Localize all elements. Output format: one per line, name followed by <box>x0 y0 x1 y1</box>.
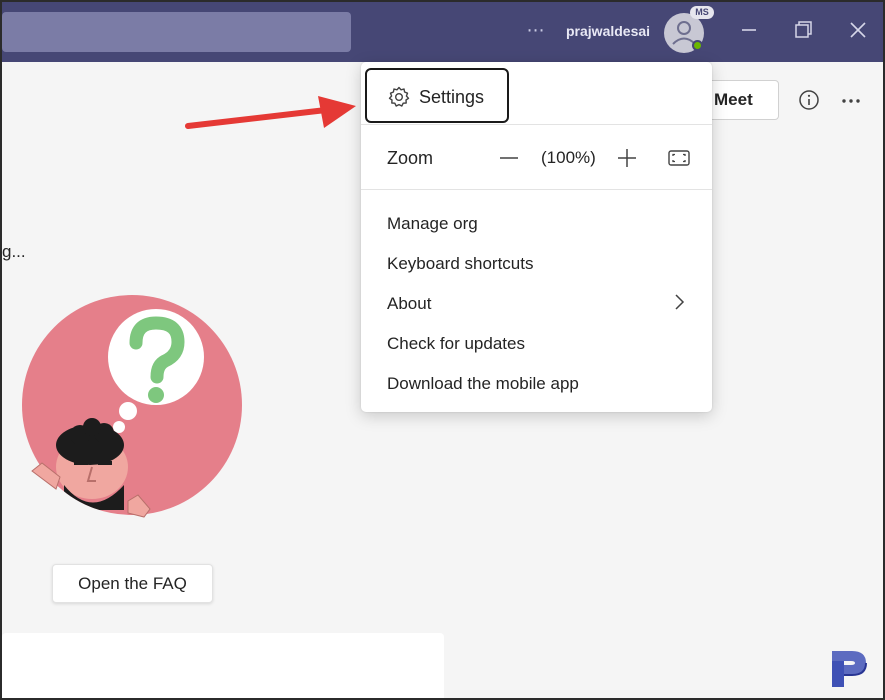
zoom-in-icon[interactable] <box>615 146 639 170</box>
minimize-button[interactable] <box>736 17 762 43</box>
settings-menu-item[interactable]: Settings <box>365 68 509 123</box>
settings-label: Settings <box>419 87 485 107</box>
zoom-out-icon[interactable] <box>497 146 521 170</box>
title-bar: ⋯ prajwaldesai MS <box>0 0 885 62</box>
keyboard-shortcuts-menu-item[interactable]: Keyboard shortcuts <box>387 254 533 274</box>
org-badge: MS <box>690 6 714 19</box>
annotation-arrow-icon <box>185 96 356 129</box>
minimize-icon <box>742 29 756 31</box>
fullscreen-icon[interactable] <box>667 146 691 170</box>
close-button[interactable] <box>845 17 871 43</box>
loading-text: g... <box>2 242 26 261</box>
about-menu-item[interactable]: About <box>387 294 431 314</box>
presence-status-icon <box>692 40 703 51</box>
check-for-updates-menu-item[interactable]: Check for updates <box>387 334 525 354</box>
settings-menu: Settings Zoom (100%) Manage org Keyboard… <box>361 62 712 412</box>
info-icon[interactable] <box>798 89 820 111</box>
chevron-right-icon <box>675 294 685 310</box>
manage-org-menu-item[interactable]: Manage org <box>387 214 478 234</box>
faq-illustration <box>22 295 242 518</box>
menu-divider <box>361 189 712 190</box>
more-options-icon[interactable] <box>840 90 862 112</box>
gear-icon <box>388 86 410 107</box>
content-card <box>2 633 444 700</box>
download-mobile-app-menu-item[interactable]: Download the mobile app <box>387 374 579 394</box>
user-name: prajwaldesai <box>566 23 651 39</box>
restore-icon <box>795 21 812 38</box>
search-input[interactable] <box>2 12 351 52</box>
restore-button[interactable] <box>790 17 816 43</box>
brand-logo-icon <box>832 651 867 687</box>
open-faq-button[interactable]: Open the FAQ <box>52 564 213 603</box>
zoom-label: Zoom <box>387 148 434 168</box>
zoom-value: (100%) <box>541 148 596 167</box>
close-icon <box>850 22 866 38</box>
ellipsis-icon[interactable]: ⋯ <box>524 18 548 42</box>
menu-divider <box>361 124 712 125</box>
